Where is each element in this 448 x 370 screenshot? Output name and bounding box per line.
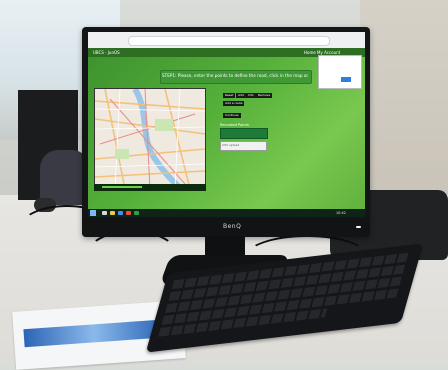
browser-popup [318,55,362,89]
folder-icon[interactable] [110,211,115,215]
address-bar[interactable] [128,36,330,46]
app-icon[interactable] [126,211,131,215]
remove-button[interactable]: Remove [256,93,273,98]
output-box [220,128,268,139]
app-icon[interactable] [134,211,139,215]
csv-input-label: CSV upload [222,143,240,147]
info-button[interactable]: Info [246,93,256,98]
step-banner-text: STEP1: Please, enter the points to defin… [162,73,308,78]
route-map[interactable] [94,88,206,190]
monitor-screen: UBCS · JunOS Home My Account STEP1: Plea… [88,32,365,217]
output-label: Recorded Points [220,123,249,127]
browser-icon[interactable] [118,211,123,215]
taskbar-clock: 10:42 [336,211,346,215]
map-progress [102,186,142,188]
search-icon[interactable] [102,211,107,215]
document-banner [23,319,165,348]
map-graphic [95,89,205,189]
reset-button[interactable]: Reset [223,93,236,98]
app-title: UBCS · JunOS [93,50,120,55]
add-route-button[interactable]: Add a route [223,101,245,106]
continue-button[interactable]: Continue [223,113,241,118]
power-led [356,226,361,228]
popup-button[interactable] [341,77,351,82]
monitor-brand: BenQ [223,223,242,230]
nav-home[interactable]: Home [304,48,316,57]
wall-background [360,0,448,210]
add-button[interactable]: Add [236,93,246,98]
windows-start-icon[interactable] [90,210,96,216]
